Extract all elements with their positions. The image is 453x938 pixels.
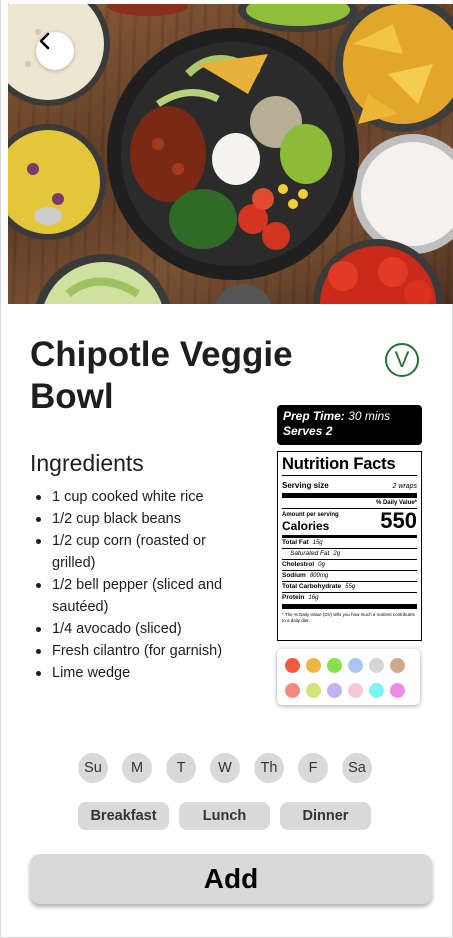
nutrient-value: 55g — [345, 584, 356, 590]
color-swatch[interactable] — [327, 683, 342, 698]
ingredients-heading: Ingredients — [30, 450, 144, 476]
color-swatch[interactable] — [348, 683, 363, 698]
nutrient-label: Total Carbohydrate — [282, 583, 342, 590]
day-button-tuesday[interactable]: T — [166, 753, 196, 783]
prep-info-box: Prep Time: 30 mins Serves 2 — [277, 405, 422, 445]
day-button-monday[interactable]: M — [122, 753, 152, 783]
ingredient-item: 1/2 bell pepper (sliced and sautéed) — [35, 574, 240, 618]
serving-size-value: 2 wraps — [392, 483, 417, 490]
nutrient-row: Protein 16g — [282, 593, 417, 609]
serving-size-label: Serving size — [282, 481, 329, 490]
color-swatch[interactable] — [306, 683, 321, 698]
color-swatch[interactable] — [369, 658, 384, 673]
color-swatch[interactable] — [285, 658, 300, 673]
nutrient-row: Total Carbohydrate 55g — [282, 582, 417, 593]
day-button-friday[interactable]: F — [298, 753, 328, 783]
nutrient-row: Sodium 800mg — [282, 571, 417, 582]
nutrient-row: Cholestrol 0g — [282, 560, 417, 571]
color-swatch[interactable] — [348, 658, 363, 673]
color-swatch[interactable] — [306, 658, 321, 673]
vegetarian-badge-icon: V — [385, 343, 419, 377]
ingredients-list: 1 cup cooked white rice 1/2 cup black be… — [35, 486, 240, 684]
prep-time-label: Prep Time: — [283, 409, 345, 423]
ingredient-item: Fresh cilantro (for garnish) — [35, 640, 240, 662]
food-illustration — [8, 4, 453, 304]
nutrition-facts-label: Nutrition Facts Serving size 2 wraps % D… — [277, 451, 422, 641]
calories-label: Calories — [282, 519, 330, 533]
nutrient-value: 0g — [318, 562, 325, 568]
ingredient-item: 1/2 cup corn (roasted or grilled) — [35, 530, 240, 574]
chevron-left-icon — [39, 32, 50, 50]
nutrient-value: 2g — [333, 551, 341, 557]
back-button[interactable] — [36, 32, 74, 70]
color-swatch[interactable] — [390, 658, 405, 673]
color-swatch[interactable] — [327, 658, 342, 673]
color-swatch[interactable] — [390, 683, 405, 698]
prep-time: Prep Time: 30 mins — [283, 409, 416, 424]
meal-button-lunch[interactable]: Lunch — [179, 802, 270, 830]
nutrient-label: Sodium — [282, 572, 306, 579]
day-selector: Su M T W Th F Sa — [78, 753, 372, 783]
day-button-sunday[interactable]: Su — [78, 753, 108, 783]
color-swatch[interactable] — [285, 683, 300, 698]
ingredient-item: 1/2 cup black beans — [35, 508, 240, 530]
day-button-wednesday[interactable]: W — [210, 753, 240, 783]
amount-per-serving: Amount per serving — [282, 512, 339, 518]
meal-button-breakfast[interactable]: Breakfast — [78, 802, 169, 830]
nutrient-row: Saturated Fat 2g — [282, 549, 417, 560]
nutrient-label: Cholestrol — [282, 561, 315, 568]
nutrient-value: 800mg — [309, 573, 329, 579]
color-palette — [277, 649, 420, 705]
day-button-thursday[interactable]: Th — [254, 753, 284, 783]
serves: Serves 2 — [283, 424, 333, 438]
prep-time-value: 30 mins — [348, 409, 391, 423]
nutrient-value: 16g — [308, 595, 319, 601]
meal-button-dinner[interactable]: Dinner — [280, 802, 371, 830]
nutrient-label: Total Fat — [282, 539, 309, 546]
meal-selector: Breakfast Lunch Dinner — [78, 802, 371, 830]
serving-size-row: Serving size 2 wraps — [282, 481, 417, 498]
nutrient-row: Total Fat 15g — [282, 538, 417, 549]
nutrition-title: Nutrition Facts — [282, 455, 417, 476]
add-button[interactable]: Add — [30, 854, 432, 904]
nutrient-label: Saturated Fat — [290, 550, 330, 557]
ingredient-item: Lime wedge — [35, 662, 240, 684]
nutrient-label: Protein — [282, 594, 305, 601]
ingredient-item: 1/4 avocado (sliced) — [35, 618, 240, 640]
calories-row: Amount per serving Calories 550 — [282, 509, 417, 538]
nutrient-value: 15g — [312, 540, 323, 546]
recipe-hero-image — [8, 4, 453, 304]
color-swatch[interactable] — [369, 683, 384, 698]
day-button-saturday[interactable]: Sa — [342, 753, 372, 783]
calories-value: 550 — [380, 508, 417, 533]
ingredient-item: 1 cup cooked white rice — [35, 486, 240, 508]
nutrition-footnote: * The % Daily Value (DV) tells you how m… — [282, 612, 415, 623]
